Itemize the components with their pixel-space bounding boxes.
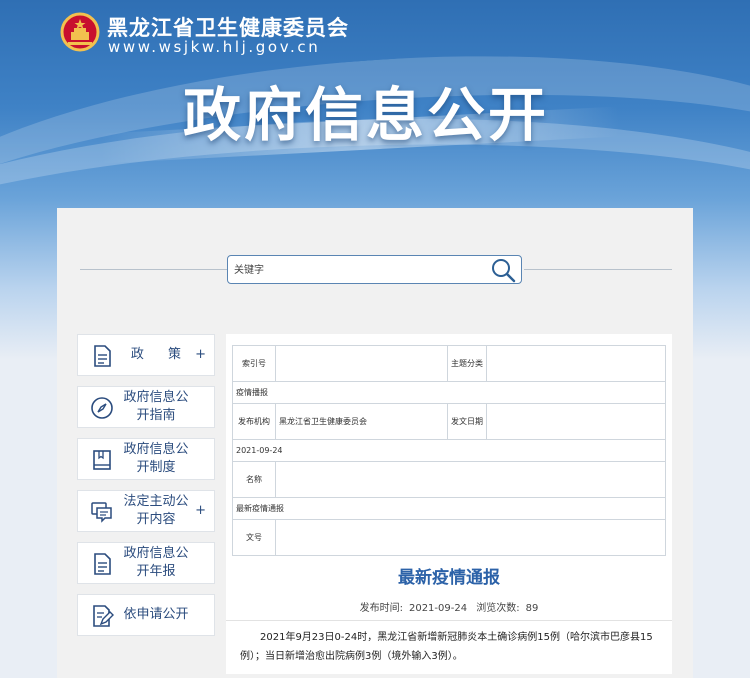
sidebar-item-policy[interactable]: 政 策 + <box>77 334 215 376</box>
edit-form-icon <box>93 605 114 627</box>
name-value: 最新疫情通报 <box>232 497 666 520</box>
sidebar-item-label: 依申请公开 <box>123 607 189 622</box>
search-input[interactable] <box>232 259 486 282</box>
doc-number-label: 文号 <box>232 519 276 556</box>
issue-date-value: 2021-09-24 <box>232 439 666 462</box>
category-value: 疫情播报 <box>232 381 666 404</box>
sidebar-item-apply[interactable]: 依申请公开 <box>77 594 215 636</box>
sidebar-item-label: 政府信息公开制度 <box>123 442 189 475</box>
views-label: 浏览次数: <box>476 603 520 614</box>
sidebar-item-label: 政府信息公开年报 <box>123 546 189 579</box>
sidebar-item-system[interactable]: 政府信息公开制度 <box>77 438 215 480</box>
sidebar-item-label: 法定主动公开内容 <box>123 494 189 527</box>
sidebar-item-label: 政 策 <box>130 347 192 362</box>
site-url[interactable]: www.wsjkw.hlj.gov.cn <box>108 38 320 56</box>
category-value-cell <box>486 345 666 382</box>
doc-number-value <box>275 519 666 556</box>
article-title: 最新疫情通报 <box>398 568 500 588</box>
chat-icon <box>91 502 112 523</box>
index-value <box>275 345 448 382</box>
publish-time-label: 发布时间: <box>359 603 403 614</box>
divider <box>226 620 672 621</box>
name-label: 名称 <box>232 461 276 498</box>
report-icon <box>94 553 111 575</box>
publish-time: 2021-09-24 <box>408 603 468 614</box>
metadata-table: 索引号 主题分类 疫情播报 发布机构 黑龙江省卫生健康委员会 发文日期 2021… <box>232 345 666 556</box>
sidebar-item-statutory-content[interactable]: 法定主动公开内容 + <box>77 490 215 532</box>
article-body: 2021年9月23日0-24时，黑龙江省新增新冠肺炎本土确诊病例15例（哈尔滨市… <box>240 632 653 662</box>
article-meta: 发布时间: 2021-09-24 浏览次数: 89 <box>232 599 666 614</box>
publisher-label: 发布机构 <box>232 403 276 440</box>
expand-plus-icon[interactable]: + <box>195 503 206 518</box>
sidebar-item-guide[interactable]: 政府信息公开指南 <box>77 386 215 428</box>
document-icon <box>94 345 111 367</box>
expand-plus-icon[interactable]: + <box>195 347 206 362</box>
national-emblem-icon <box>60 12 100 52</box>
book-icon <box>93 450 111 470</box>
page-title: 政府信息公开 <box>183 81 550 149</box>
view-count: 89 <box>525 603 539 614</box>
issue-date-label: 发文日期 <box>447 403 487 440</box>
publisher-value: 黑龙江省卫生健康委员会 <box>275 403 448 440</box>
category-label: 主题分类 <box>447 345 487 382</box>
compass-icon <box>91 397 113 419</box>
divider <box>80 269 227 270</box>
name-cell <box>275 461 666 498</box>
issue-date-cell <box>486 403 666 440</box>
search-bar <box>227 255 522 284</box>
divider <box>524 269 672 270</box>
sidebar-item-label: 政府信息公开指南 <box>123 390 189 423</box>
index-label: 索引号 <box>232 345 276 382</box>
sidebar-item-annual-report[interactable]: 政府信息公开年报 <box>77 542 215 584</box>
search-icon[interactable] <box>489 257 517 283</box>
